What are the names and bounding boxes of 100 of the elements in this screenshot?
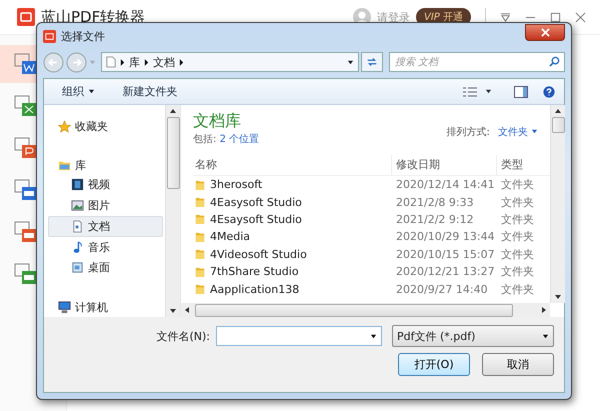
- includes-label: 包括:: [193, 134, 216, 145]
- close-icon[interactable]: [575, 12, 586, 22]
- date-cell-text: 2020/10/15 15:07: [395, 248, 496, 261]
- file-convert-icon: [14, 220, 38, 244]
- view-list-icon[interactable]: [463, 86, 477, 98]
- folder-icon: [195, 178, 205, 191]
- scroll-up-icon[interactable]: [554, 107, 562, 115]
- scrollbar[interactable]: [181, 303, 550, 317]
- dropdown-icon[interactable]: [500, 12, 511, 22]
- new-folder-button[interactable]: 新建文件夹: [118, 82, 182, 101]
- folder-icon: [195, 196, 205, 208]
- nav-item[interactable]: 库: [48, 156, 165, 174]
- filename-label: 文件名(N):: [156, 328, 210, 344]
- type-cell-text: 文件夹: [500, 177, 535, 192]
- type-cell-text: 文件夹: [500, 264, 535, 280]
- type-cell-text: 文件夹: [500, 229, 535, 244]
- column-header[interactable]: 名称: [193, 155, 391, 175]
- date-cell-text: 2020/10/29 13:44: [395, 230, 496, 244]
- scroll-left-icon[interactable]: [183, 306, 191, 314]
- filetype-dropdown[interactable]: Pdf文件 (*.pdf): [392, 325, 554, 347]
- library-title: 文档库: [193, 111, 242, 132]
- computer-icon: [58, 301, 71, 314]
- file-name[interactable]: 4Videosoft Studio: [193, 248, 391, 261]
- document-icon: [71, 220, 84, 233]
- breadcrumb-item[interactable]: 文档: [153, 54, 175, 70]
- scrollbar[interactable]: [550, 105, 565, 303]
- refresh-button[interactable]: [361, 52, 383, 72]
- close-button[interactable]: [525, 24, 565, 40]
- caret-down-icon[interactable]: [88, 88, 94, 95]
- date-cell-text: 2021/2/8 9:33: [395, 196, 475, 209]
- document-icon: [106, 56, 116, 68]
- type-cell-text: 文件夹: [500, 282, 535, 297]
- desktop-icon: [71, 261, 84, 274]
- file-convert-icon: [14, 136, 38, 160]
- folder-icon: [195, 248, 205, 260]
- type-cell-text: 文件夹: [500, 246, 535, 262]
- scroll-down-icon[interactable]: [169, 307, 177, 315]
- date-cell-text: 2020/12/14 14:41: [395, 178, 496, 192]
- nav-item[interactable]: 音乐: [48, 236, 163, 258]
- dialog-title: 选择文件: [61, 29, 105, 44]
- folder-icon: [195, 213, 205, 226]
- open-button[interactable]: 打开(O): [398, 353, 470, 376]
- date-cell-text: 2020/9/27 14:40: [395, 282, 489, 296]
- nav-item[interactable]: 视频: [48, 174, 163, 196]
- scroll-up-icon[interactable]: [169, 107, 177, 115]
- address-bar[interactable]: 库 文档: [101, 52, 359, 72]
- scroll-down-icon[interactable]: [554, 293, 562, 301]
- image-icon: [71, 199, 84, 212]
- type-cell-text: 文件夹: [500, 194, 535, 210]
- music-note-icon: [71, 240, 84, 254]
- nav-item[interactable]: 图片: [48, 195, 163, 216]
- chevron-right-icon[interactable]: [120, 58, 125, 66]
- type-cell-text: 文件夹: [500, 212, 535, 227]
- file-name[interactable]: 4Easysoft Studio: [193, 196, 391, 209]
- file-name[interactable]: 3herosoft: [193, 178, 391, 192]
- file-convert-icon: [14, 178, 38, 202]
- scroll-thumb[interactable]: [195, 304, 513, 316]
- pdf-logo-icon: [43, 30, 56, 43]
- column-header[interactable]: 修改日期: [391, 155, 496, 175]
- cancel-button[interactable]: 取消: [482, 353, 554, 376]
- folder-icon: [195, 283, 205, 296]
- caret-down-icon[interactable]: [370, 332, 377, 340]
- nav-item[interactable]: 计算机: [48, 298, 165, 317]
- nav-item[interactable]: 文档: [48, 216, 163, 237]
- chevron-right-icon[interactable]: [144, 58, 149, 66]
- nav-item[interactable]: 桌面: [48, 258, 163, 278]
- caret-down-icon[interactable]: [347, 58, 354, 66]
- file-convert-icon: [14, 52, 38, 76]
- folder-icon: [195, 230, 205, 243]
- file-name[interactable]: Aapplication138: [193, 282, 391, 296]
- chevron-right-icon[interactable]: [179, 58, 184, 66]
- star-icon: [58, 120, 71, 133]
- refresh-icon[interactable]: [366, 56, 378, 68]
- file-name[interactable]: 4Esaysoft Studio: [193, 212, 391, 226]
- folder-icon: [195, 266, 205, 278]
- caret-down-icon[interactable]: [542, 332, 549, 340]
- column-header[interactable]: 类型: [496, 155, 545, 175]
- sort-dropdown[interactable]: 文件夹: [498, 125, 538, 139]
- file-convert-icon: [14, 94, 38, 118]
- scroll-thumb[interactable]: [552, 117, 564, 133]
- scrollbar[interactable]: [165, 105, 180, 317]
- filename-field[interactable]: [216, 326, 382, 346]
- pdf-logo-icon: [17, 8, 35, 26]
- organize-menu[interactable]: 组织: [58, 82, 98, 101]
- search-field[interactable]: 搜索 文档: [389, 52, 565, 72]
- file-name[interactable]: 7thShare Studio: [193, 265, 391, 278]
- date-cell-text: 2021/2/2 9:12: [395, 212, 475, 226]
- scroll-right-icon[interactable]: [540, 306, 548, 314]
- view-caret-icon[interactable]: [485, 88, 492, 95]
- help-icon[interactable]: [542, 86, 556, 98]
- sort-label: 排列方式:: [446, 126, 490, 139]
- maximize-icon[interactable]: [550, 12, 561, 22]
- breadcrumb-item[interactable]: 库: [129, 54, 140, 70]
- file-name[interactable]: 4Media: [193, 230, 391, 244]
- nav-item[interactable]: 收藏夹: [48, 117, 165, 136]
- locations-link[interactable]: 2 个位置: [220, 134, 260, 145]
- scroll-thumb[interactable]: [166, 117, 180, 189]
- date-cell-text: 2020/12/21 13:27: [395, 265, 496, 278]
- preview-pane-icon[interactable]: [514, 86, 528, 98]
- search-icon[interactable]: [549, 56, 560, 67]
